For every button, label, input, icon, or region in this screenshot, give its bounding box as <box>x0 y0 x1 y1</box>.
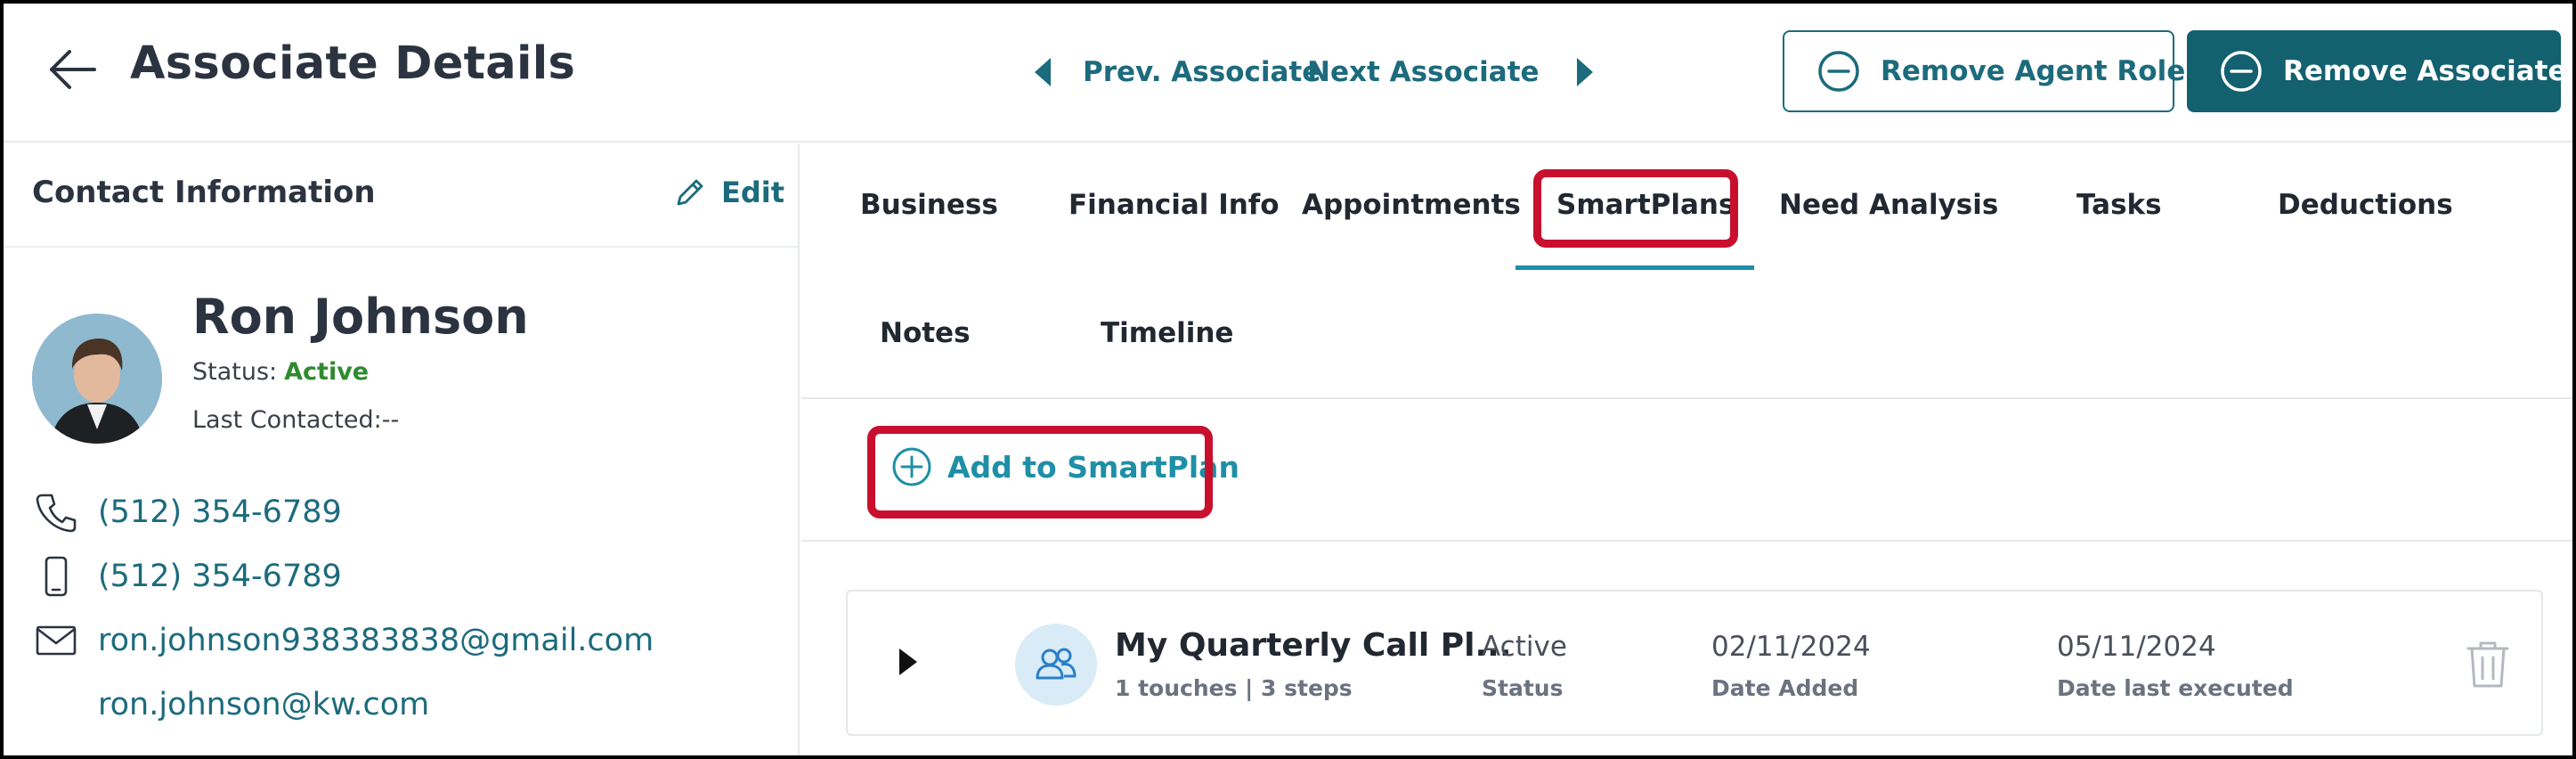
status-badge: Active <box>284 358 370 386</box>
remove-agent-role-label: Remove Agent Role <box>1881 55 2186 87</box>
trash-icon[interactable] <box>2463 638 2513 691</box>
avatar <box>32 314 162 444</box>
next-associate-link[interactable]: Next Associate <box>1307 50 1598 94</box>
tab-appointments[interactable]: Appointments <box>1302 189 1521 221</box>
caret-right-icon[interactable] <box>894 643 921 681</box>
prev-associate-link[interactable]: Prev. Associate <box>1029 50 1321 94</box>
pencil-icon <box>677 179 703 206</box>
plan-meta: 1 touches | 3 steps <box>1115 675 1353 701</box>
plan-date-added-value: 02/11/2024 <box>1711 631 1871 663</box>
plan-date-last-executed-value: 05/11/2024 <box>2057 631 2216 663</box>
last-contacted: Last Contacted:-- <box>192 406 400 434</box>
prev-associate-label: Prev. Associate <box>1083 56 1321 88</box>
email-primary-link[interactable]: ron.johnson938383838@gmail.com <box>98 623 654 658</box>
status-label: Status: <box>192 358 278 386</box>
phone-link[interactable]: (512) 354-6789 <box>98 494 342 530</box>
arrow-left-icon <box>50 50 96 89</box>
contact-name: Ron Johnson <box>192 289 529 345</box>
profile-photo <box>32 314 162 444</box>
plan-avatar <box>1015 624 1097 706</box>
next-associate-label: Next Associate <box>1307 56 1540 88</box>
contact-panel: Contact Information Edit Ron Johnson Sta… <box>4 144 800 755</box>
caret-left-icon <box>1035 58 1051 86</box>
minus-circle-icon <box>1818 51 1859 92</box>
plan-date-last-executed-label: Date last executed <box>2057 675 2294 701</box>
caret-right-icon <box>1576 58 1593 86</box>
tab-deductions[interactable]: Deductions <box>2278 189 2453 221</box>
page-title: Associate Details <box>130 37 576 90</box>
envelope-icon <box>36 625 77 656</box>
add-smartplan-area: Add to SmartPlan <box>801 401 2572 542</box>
minus-circle-icon <box>2221 51 2262 92</box>
tab-notes[interactable]: Notes <box>880 317 971 349</box>
plan-status-value: Active <box>1482 631 1567 663</box>
tab-tasks[interactable]: Tasks <box>2076 189 2162 221</box>
back-button[interactable] <box>46 46 98 93</box>
email-secondary-row: ron.johnson@kw.com <box>98 682 429 727</box>
active-tab-indicator <box>1516 265 1754 270</box>
remove-agent-role-button[interactable]: Remove Agent Role <box>1783 30 2185 112</box>
email-secondary-link[interactable]: ron.johnson@kw.com <box>98 687 429 722</box>
contact-status: Status: Active <box>192 358 369 386</box>
plan-date-added-label: Date Added <box>1711 675 1859 701</box>
page-header: Associate Details Prev. Associate Next A… <box>4 4 2572 143</box>
app-window: Associate Details Prev. Associate Next A… <box>0 0 2576 759</box>
phone-row: (512) 354-6789 <box>34 490 342 535</box>
add-to-smartplan-label: Add to SmartPlan <box>947 449 1239 485</box>
email-row: ron.johnson938383838@gmail.com <box>34 618 654 663</box>
smartplan-row: My Quarterly Call Pl... 1 touches | 3 st… <box>846 590 2543 736</box>
tab-timeline[interactable]: Timeline <box>1101 317 1233 349</box>
tab-smartplans[interactable]: SmartPlans <box>1556 189 1735 221</box>
remove-associate-label: Remove Associate <box>2283 55 2567 87</box>
users-icon <box>1036 648 1077 680</box>
tab-bar: Business Financial Info Appointments Sma… <box>801 144 2572 399</box>
edit-label: Edit <box>721 175 785 209</box>
mobile-phone-icon <box>45 556 68 597</box>
details-panel: Business Financial Info Appointments Sma… <box>801 144 2572 755</box>
mobile-row: (512) 354-6789 <box>34 554 342 599</box>
remove-associate-button[interactable]: Remove Associate <box>2187 30 2566 112</box>
contact-header: Contact Information Edit <box>4 144 798 248</box>
edit-contact-button[interactable]: Edit <box>673 173 784 212</box>
contact-section-title: Contact Information <box>32 175 376 210</box>
mobile-link[interactable]: (512) 354-6789 <box>98 559 342 594</box>
tab-financial-info[interactable]: Financial Info <box>1069 189 1280 221</box>
plan-name[interactable]: My Quarterly Call Pl... <box>1115 627 1512 664</box>
plan-status-label: Status <box>1482 675 1564 701</box>
tab-need-analysis[interactable]: Need Analysis <box>1779 189 1998 221</box>
add-to-smartplan-button[interactable]: Add to SmartPlan <box>890 444 1239 490</box>
tab-business[interactable]: Business <box>860 189 998 221</box>
plus-circle-icon <box>892 447 931 486</box>
phone-icon <box>36 494 77 533</box>
